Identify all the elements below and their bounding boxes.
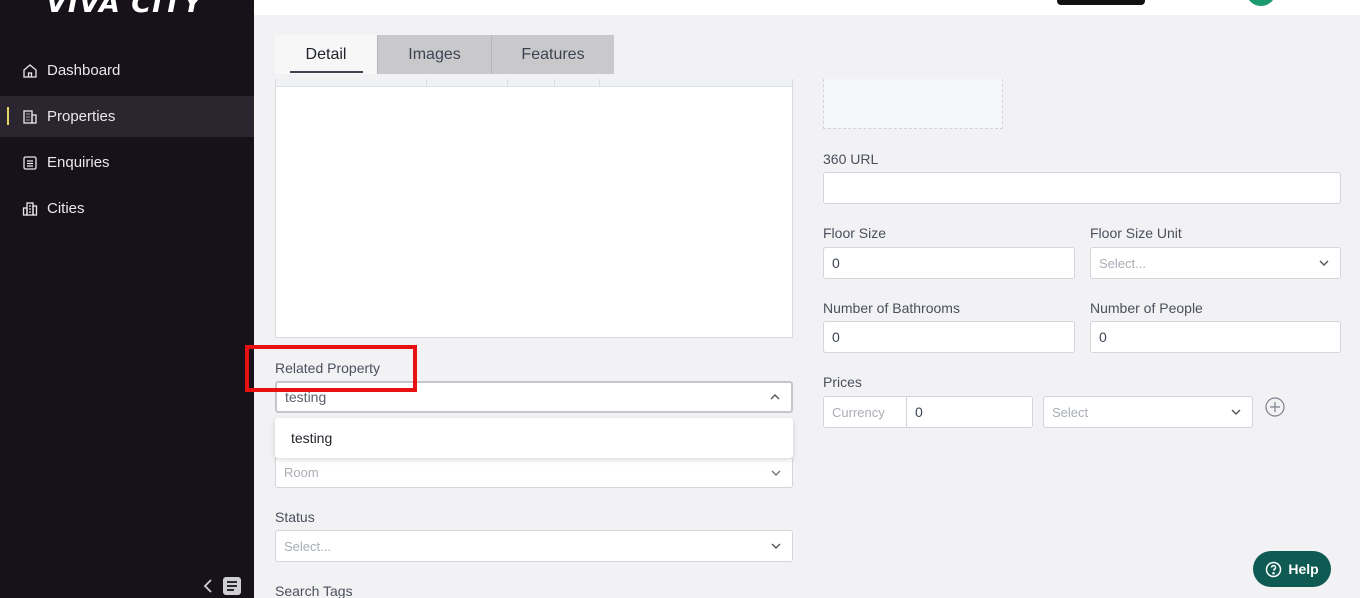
sidebar-item-label: Dashboard [47,62,121,79]
bathrooms-label: Number of Bathrooms [823,300,960,316]
price-amount-input[interactable]: 0 [906,396,1033,428]
highlight-box [245,345,417,392]
bathrooms-input[interactable]: 0 [823,321,1075,353]
tab-features[interactable]: Features [492,35,614,74]
price-period-select[interactable]: Select [1043,396,1253,428]
editor-toolbar [276,79,792,87]
sidebar-item-enquiries[interactable]: Enquiries [0,142,254,183]
bathrooms-value: 0 [832,329,840,345]
help-label: Help [1288,561,1319,577]
floor-size-unit-placeholder: Select... [1099,255,1146,271]
sidebar-item-label: Cities [47,200,85,217]
sidebar-footer [202,576,242,596]
status-placeholder: Select... [284,538,331,554]
room-select[interactable]: Room [275,457,793,488]
chevron-down-icon [771,470,781,476]
home-icon [23,63,37,78]
tab-images[interactable]: Images [378,35,492,74]
price-amount-value: 0 [915,404,923,420]
app-logo: VIVA CITY [46,0,204,19]
help-button[interactable]: Help [1253,551,1331,587]
currency-input[interactable]: Currency [823,396,907,428]
add-price-icon[interactable] [1265,397,1285,417]
floor-size-label: Floor Size [823,225,887,241]
question-icon [1266,561,1282,577]
top-action-button[interactable] [1057,0,1145,5]
sidebar-item-cities[interactable]: Cities [0,188,254,229]
floor-size-input[interactable]: 0 [823,247,1075,279]
status-label: Status [275,509,315,525]
url-360-label: 360 URL [823,151,879,167]
status-select[interactable]: Select... [275,530,793,562]
chevron-down-icon [1231,409,1241,415]
people-label: Number of People [1090,300,1203,316]
url-360-input[interactable] [823,172,1341,204]
price-period-placeholder: Select [1052,404,1089,420]
sidebar-item-label: Enquiries [47,154,110,171]
sidebar-item-label: Properties [47,108,116,125]
tab-bar: Detail Images Features [275,35,614,74]
city-icon [22,201,38,216]
top-bar [254,0,1360,15]
image-dropzone[interactable] [823,79,1003,129]
chevron-down-icon [771,543,781,549]
floor-size-unit-select[interactable]: Select... [1090,247,1341,279]
tab-detail[interactable]: Detail [275,35,378,74]
sidebar-item-dashboard[interactable]: Dashboard [0,50,254,91]
currency-placeholder: Currency [832,404,885,420]
prices-label: Prices [823,374,862,390]
related-property-dropdown-option[interactable]: testing [275,418,793,458]
sidebar-item-properties[interactable]: Properties [0,96,254,137]
room-placeholder: Room [284,465,319,480]
floor-size-value: 0 [832,255,840,271]
search-tags-label: Search Tags [275,583,353,598]
list-icon [23,155,37,170]
people-input[interactable]: 0 [1090,321,1341,353]
chevron-down-icon [1319,260,1329,266]
people-value: 0 [1099,329,1107,345]
floor-size-unit-label: Floor Size Unit [1090,225,1182,241]
chevron-up-icon [770,394,780,400]
description-editor[interactable] [275,79,793,338]
document-icon[interactable] [222,576,242,596]
building-icon [23,109,37,124]
chevron-left-icon[interactable] [202,578,214,594]
sidebar: VIVA CITY Dashboard Properties Enquiries… [0,0,254,598]
